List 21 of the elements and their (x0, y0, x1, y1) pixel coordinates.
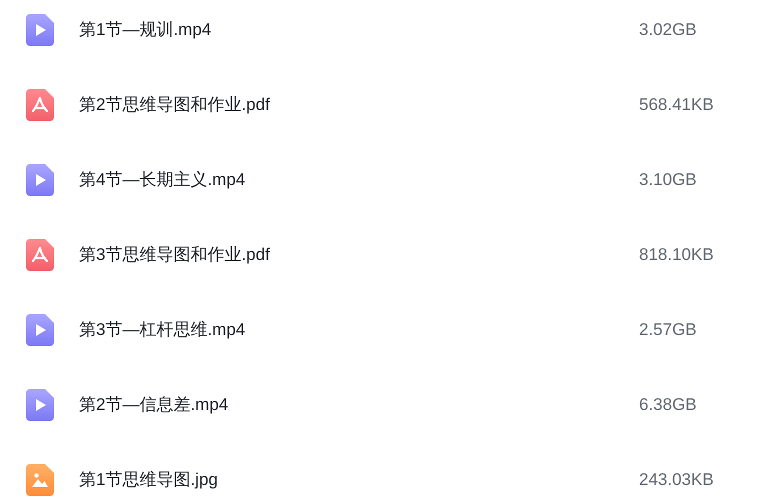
image-file-icon (26, 464, 54, 496)
file-size: 243.03KB (639, 468, 714, 491)
video-file-icon (26, 388, 54, 420)
file-name[interactable]: 第3节—杠杆思维.mp4 (79, 316, 639, 342)
file-name[interactable]: 第1节思维导图.jpg (79, 466, 639, 492)
file-size: 2.57GB (639, 318, 697, 341)
file-size: 568.41KB (639, 94, 714, 116)
file-name[interactable]: 第2节—信息差.mp4 (79, 392, 639, 418)
file-name[interactable]: 第4节—长期主义.mp4 (79, 166, 639, 192)
file-name[interactable]: 第2节思维导图和作业.pdf (79, 92, 639, 118)
file-size: 3.02GB (639, 18, 697, 41)
pdf-file-icon (26, 238, 54, 270)
file-size: 818.10KB (639, 244, 714, 266)
file-name[interactable]: 第3节思维导图和作业.pdf (79, 242, 639, 268)
video-file-icon (26, 14, 54, 46)
file-name[interactable]: 第1节—规训.mp4 (79, 16, 639, 42)
video-file-icon (26, 164, 54, 196)
video-file-icon (26, 314, 54, 346)
pdf-file-icon (26, 88, 54, 120)
file-size: 6.38GB (639, 394, 697, 416)
file-size: 3.10GB (639, 168, 697, 191)
